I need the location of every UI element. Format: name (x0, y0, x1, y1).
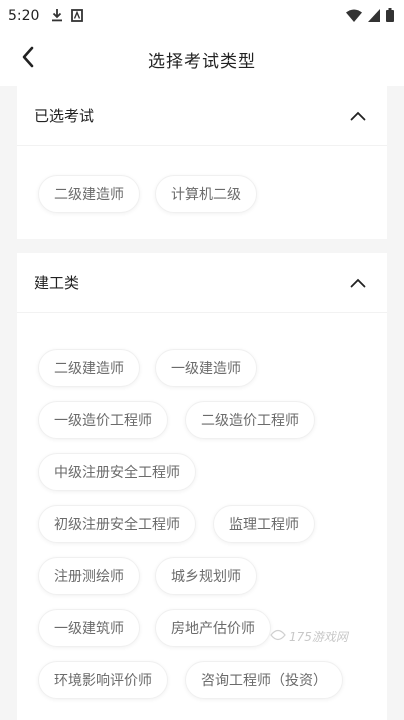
exam-chip[interactable]: 城乡规划师 (155, 557, 257, 595)
selected-exams-title: 已选考试 (34, 107, 95, 125)
watermark-logo-icon (270, 628, 286, 645)
selected-chip[interactable]: 计算机二级 (155, 175, 257, 213)
download-icon (51, 7, 63, 26)
selected-exams-card: 已选考试 二级建造师 计算机二级 (17, 86, 387, 239)
content-area[interactable]: 已选考试 二级建造师 计算机二级 建工类 二级建造师 一级建造师 一级造价工程师… (0, 86, 404, 720)
signal-icon (368, 7, 380, 26)
notification-app-icon (71, 7, 84, 26)
status-left-icons (51, 7, 84, 26)
selected-exams-header[interactable]: 已选考试 (17, 86, 387, 146)
exam-chip[interactable]: 一级建造师 (155, 349, 257, 387)
exam-chip[interactable]: 二级造价工程师 (185, 401, 315, 439)
construction-title: 建工类 (34, 274, 80, 292)
wifi-icon (346, 7, 362, 26)
exam-chip[interactable]: 监理工程师 (213, 505, 315, 543)
watermark-text: 175游戏网 (289, 630, 348, 644)
exam-chip[interactable]: 环境影响评价师 (38, 661, 168, 699)
status-bar: 5:20 (0, 0, 404, 32)
app-bar: 选择考试类型 (0, 32, 404, 86)
exam-chip[interactable]: 房地产估价师 (155, 609, 271, 647)
exam-chip[interactable]: 二级建造师 (38, 349, 140, 387)
construction-card: 建工类 二级建造师 一级建造师 一级造价工程师 二级造价工程师 中级注册安全工程… (17, 253, 387, 720)
battery-icon (386, 7, 394, 26)
back-arrow-icon (21, 46, 35, 72)
exam-chip[interactable]: 一级建筑师 (38, 609, 140, 647)
status-time: 5:20 (8, 8, 40, 24)
exam-chip[interactable]: 中级注册安全工程师 (38, 453, 196, 491)
page-title: 选择考试类型 (148, 51, 256, 72)
construction-header[interactable]: 建工类 (17, 253, 387, 313)
status-right-icons (346, 7, 394, 26)
watermark: 175游戏网 (270, 628, 348, 645)
selected-chip[interactable]: 二级建造师 (38, 175, 140, 213)
exam-chip[interactable]: 注册测绘师 (38, 557, 140, 595)
exam-chip[interactable]: 一级造价工程师 (38, 401, 168, 439)
exam-chip[interactable]: 咨询工程师（投资） (185, 661, 343, 699)
exam-chip[interactable]: 初级注册安全工程师 (38, 505, 196, 543)
chevron-up-icon[interactable] (347, 272, 369, 294)
back-button[interactable] (14, 45, 42, 73)
chevron-up-icon[interactable] (347, 105, 369, 127)
